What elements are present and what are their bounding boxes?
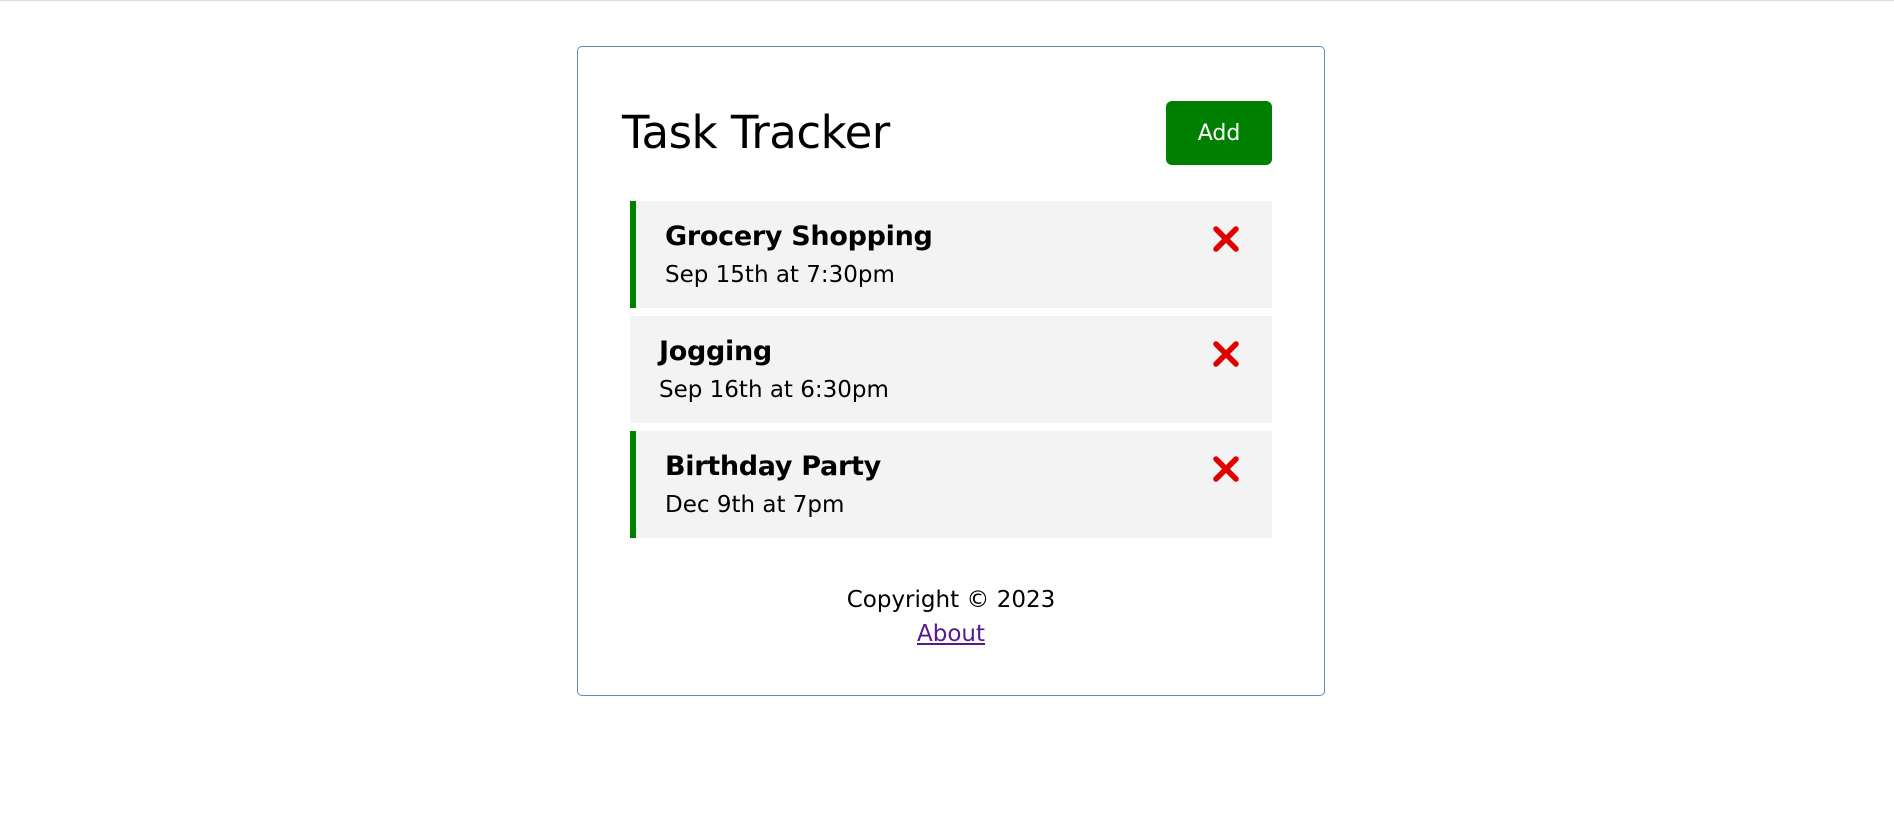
page-title: Task Tracker	[622, 106, 890, 159]
top-divider	[0, 0, 1894, 1]
close-icon[interactable]	[1212, 340, 1240, 368]
about-link[interactable]: About	[917, 621, 985, 647]
task-name: Jogging	[659, 336, 772, 367]
add-task-button[interactable]: Add	[1166, 101, 1272, 165]
task-name: Birthday Party	[665, 451, 881, 482]
task-date: Sep 15th at 7:30pm	[665, 262, 895, 288]
close-icon[interactable]	[1212, 455, 1240, 483]
close-icon[interactable]	[1212, 225, 1240, 253]
task-item[interactable]: Jogging Sep 16th at 6:30pm	[630, 316, 1272, 423]
footer: Copyright © 2023 About	[578, 583, 1324, 651]
task-name: Grocery Shopping	[665, 221, 933, 252]
task-item[interactable]: Birthday Party Dec 9th at 7pm	[630, 431, 1272, 538]
task-tracker-container: Task Tracker Add Grocery Shopping Sep 15…	[577, 46, 1325, 696]
task-date: Dec 9th at 7pm	[665, 492, 845, 518]
task-date: Sep 16th at 6:30pm	[659, 377, 889, 403]
copyright-text: Copyright © 2023	[846, 587, 1056, 613]
task-item[interactable]: Grocery Shopping Sep 15th at 7:30pm	[630, 201, 1272, 308]
task-list: Grocery Shopping Sep 15th at 7:30pm Jogg…	[630, 201, 1272, 546]
app-header: Task Tracker Add	[622, 101, 1272, 165]
